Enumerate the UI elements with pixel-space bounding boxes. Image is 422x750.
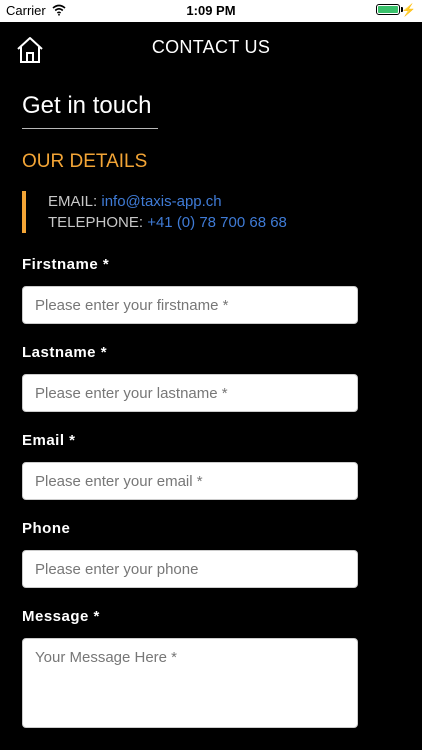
message-group: Message * xyxy=(22,608,362,733)
nav-bar: CONTACT US xyxy=(0,22,422,72)
email-field-label: Email * xyxy=(22,432,76,449)
email-row: EMAIL: info@taxis-app.ch xyxy=(48,191,362,212)
lastname-group: Lastname * xyxy=(22,344,362,412)
firstname-label: Firstname * xyxy=(22,256,110,273)
page-title: CONTACT US xyxy=(151,37,271,57)
email-input[interactable] xyxy=(22,462,358,500)
lastname-input[interactable] xyxy=(22,374,358,412)
phone-link[interactable]: +41 (0) 78 700 68 68 xyxy=(147,214,287,231)
contact-content: Get in touch OUR DETAILS EMAIL: info@tax… xyxy=(22,72,362,733)
phone-field-label: Phone xyxy=(22,520,71,537)
message-label: Message * xyxy=(22,608,100,625)
lastname-label: Lastname * xyxy=(22,344,108,361)
status-bar: Carrier 1:09 PM ⚡ xyxy=(0,0,422,22)
phone-group: Phone xyxy=(22,520,362,588)
message-input[interactable] xyxy=(22,638,358,728)
our-details-heading: OUR DETAILS xyxy=(22,151,148,172)
battery-icon xyxy=(376,4,400,15)
phone-row: TELEPHONE: +41 (0) 78 700 68 68 xyxy=(48,212,362,233)
charging-icon: ⚡ xyxy=(401,3,416,17)
firstname-input[interactable] xyxy=(22,286,358,324)
email-label: EMAIL: xyxy=(48,193,98,210)
email-group: Email * xyxy=(22,432,362,500)
phone-input[interactable] xyxy=(22,550,358,588)
get-in-touch-heading: Get in touch xyxy=(22,92,158,129)
contact-details: EMAIL: info@taxis-app.ch TELEPHONE: +41 … xyxy=(22,191,362,233)
email-link[interactable]: info@taxis-app.ch xyxy=(101,193,221,210)
phone-label: TELEPHONE: xyxy=(48,214,144,231)
firstname-group: Firstname * xyxy=(22,256,362,324)
clock: 1:09 PM xyxy=(186,3,236,18)
